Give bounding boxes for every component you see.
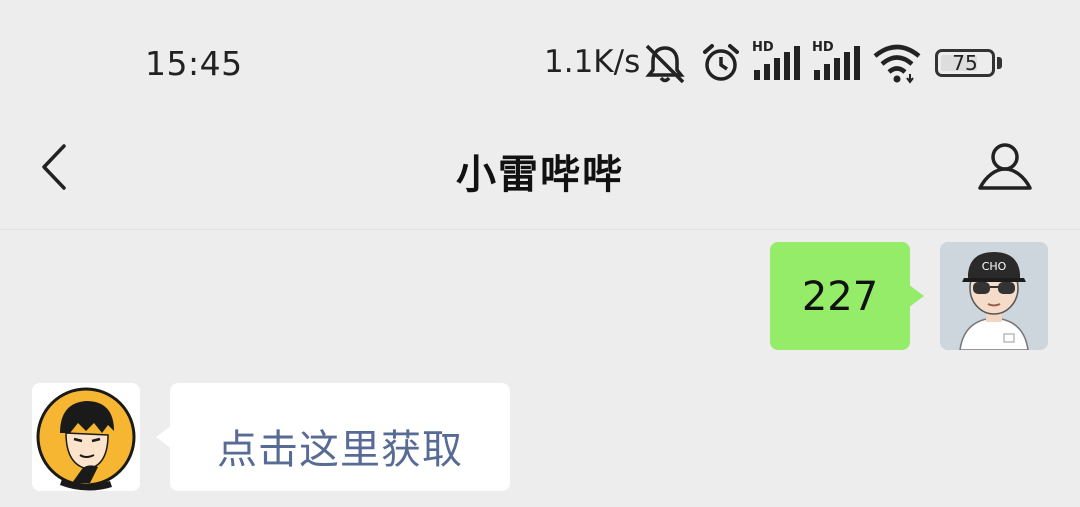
person-icon <box>978 143 1032 190</box>
status-time: 15:45 <box>145 44 243 83</box>
incoming-message-bubble[interactable]: 点击这里获取 <box>170 383 510 491</box>
chat-title: 小雷哔哔 <box>456 152 624 198</box>
network-speed: 1.1K/s <box>544 44 641 80</box>
svg-text:CHO: CHO <box>982 260 1007 273</box>
outgoing-message-text: 227 <box>801 274 879 320</box>
outgoing-bubble-tail <box>908 284 924 308</box>
get-link-text[interactable]: 点击这里获取 <box>170 417 510 475</box>
alarm-icon <box>703 44 739 81</box>
peer-avatar[interactable] <box>32 383 140 491</box>
signal-hd-icon: HD <box>752 40 802 84</box>
self-avatar[interactable]: CHO <box>940 242 1048 350</box>
chat-header: 小雷哔哔 <box>0 120 1080 230</box>
wifi-icon <box>873 44 921 84</box>
signal-hd-icon: HD <box>812 40 862 84</box>
battery-level-text: 75 <box>952 51 978 75</box>
outgoing-message-bubble[interactable]: 227 <box>770 242 910 350</box>
status-bar: 15:45 1.1K/s HD HD 75 <box>0 0 1080 120</box>
battery-cap <box>997 57 1002 69</box>
chat-info-button[interactable] <box>976 140 1034 194</box>
mute-icon <box>645 44 685 84</box>
battery-icon: 75 <box>935 49 995 77</box>
